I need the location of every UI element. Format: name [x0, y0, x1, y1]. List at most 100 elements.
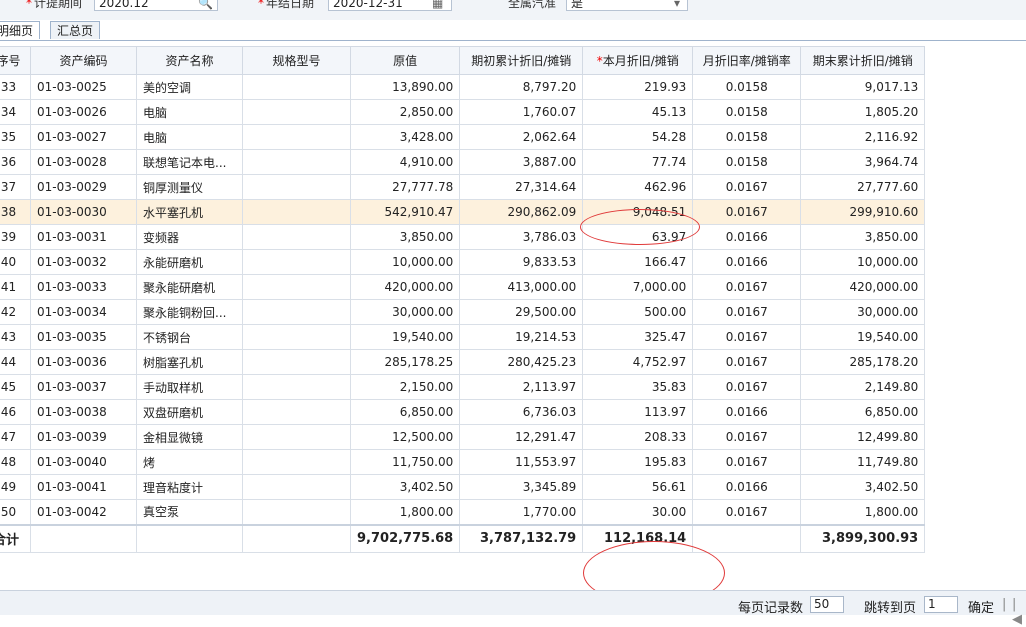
row-name[interactable]: 金相显微镜: [136, 424, 243, 450]
row-opening[interactable]: 12,291.47: [459, 424, 584, 450]
row-seq[interactable]: 37: [0, 174, 31, 200]
row-closing[interactable]: 6,850.00: [800, 399, 926, 425]
row-original[interactable]: 6,850.00: [349, 399, 461, 425]
row-current[interactable]: 7,000.00: [582, 274, 694, 300]
row-code[interactable]: 01-03-0036: [30, 349, 137, 375]
row-rate[interactable]: 0.0167: [692, 424, 802, 450]
table-row[interactable]: 41 01-03-0033 聚永能研磨机 420,000.00 413,000.00 7,…: [0, 274, 926, 300]
row-seq[interactable]: 43: [0, 324, 31, 350]
row-name[interactable]: 电脑: [136, 99, 243, 125]
row-name[interactable]: 美的空调: [136, 74, 243, 100]
row-code[interactable]: 01-03-0030: [30, 199, 137, 225]
col-closing[interactable]: 期末累计折旧/摊销: [800, 46, 926, 75]
row-original[interactable]: 2,150.00: [349, 374, 461, 400]
search-icon[interactable]: 🔍: [198, 0, 213, 10]
row-current[interactable]: 325.47: [582, 324, 694, 350]
row-rate[interactable]: 0.0167: [692, 349, 802, 375]
row-rate[interactable]: 0.0158: [692, 149, 802, 175]
row-name[interactable]: 烤: [136, 449, 243, 475]
row-name[interactable]: 电脑: [136, 124, 243, 150]
row-code[interactable]: 01-03-0025: [30, 74, 137, 100]
row-seq[interactable]: 39: [0, 224, 31, 250]
row-spec[interactable]: [242, 74, 351, 100]
row-closing[interactable]: 10,000.00: [800, 249, 926, 275]
row-code[interactable]: 01-03-0029: [30, 174, 137, 200]
row-seq[interactable]: 40: [0, 249, 31, 275]
row-closing[interactable]: 2,116.92: [800, 124, 926, 150]
row-opening[interactable]: 1,770.00: [459, 499, 584, 525]
row-code[interactable]: 01-03-0033: [30, 274, 137, 300]
row-current[interactable]: 166.47: [582, 249, 694, 275]
row-rate[interactable]: 0.0167: [692, 199, 802, 225]
row-rate[interactable]: 0.0166: [692, 249, 802, 275]
row-code[interactable]: 01-03-0035: [30, 324, 137, 350]
col-current[interactable]: *本月折旧/摊销: [582, 46, 694, 75]
row-name[interactable]: 联想笔记本电...: [136, 149, 243, 175]
row-code[interactable]: 01-03-0039: [30, 424, 137, 450]
row-rate[interactable]: 0.0167: [692, 274, 802, 300]
page-size-input[interactable]: 50: [810, 596, 844, 613]
row-opening[interactable]: 1,760.07: [459, 99, 584, 125]
row-original[interactable]: 4,910.00: [349, 149, 461, 175]
row-current[interactable]: 208.33: [582, 424, 694, 450]
row-current[interactable]: 30.00: [582, 499, 694, 525]
row-spec[interactable]: [242, 274, 351, 300]
row-opening[interactable]: 2,113.97: [459, 374, 584, 400]
row-closing[interactable]: 27,777.60: [800, 174, 926, 200]
table-row[interactable]: 37 01-03-0029 铜厚测量仪 27,777.78 27,314.64 462.9…: [0, 174, 926, 200]
row-spec[interactable]: [242, 224, 351, 250]
row-closing[interactable]: 1,800.00: [800, 499, 926, 525]
row-opening[interactable]: 413,000.00: [459, 274, 584, 300]
col-name[interactable]: 资产名称: [136, 46, 243, 75]
row-closing[interactable]: 3,850.00: [800, 224, 926, 250]
row-seq[interactable]: 33: [0, 74, 31, 100]
row-spec[interactable]: [242, 499, 351, 525]
row-current[interactable]: 500.00: [582, 299, 694, 325]
table-row[interactable]: 34 01-03-0026 电脑 2,850.00 1,760.07 45.13 0.015…: [0, 99, 926, 125]
row-rate[interactable]: 0.0167: [692, 299, 802, 325]
table-row[interactable]: 46 01-03-0038 双盘研磨机 6,850.00 6,736.03 113.97 0…: [0, 399, 926, 425]
row-spec[interactable]: [242, 124, 351, 150]
row-closing[interactable]: 11,749.80: [800, 449, 926, 475]
row-spec[interactable]: [242, 374, 351, 400]
row-current[interactable]: 9,048.51: [582, 199, 694, 225]
row-seq[interactable]: 41: [0, 274, 31, 300]
row-rate[interactable]: 0.0167: [692, 449, 802, 475]
col-rate[interactable]: 月折旧率/摊销率: [692, 46, 802, 75]
row-opening[interactable]: 3,786.03: [459, 224, 584, 250]
row-rate[interactable]: 0.0166: [692, 474, 802, 500]
row-code[interactable]: 01-03-0042: [30, 499, 137, 525]
row-code[interactable]: 01-03-0028: [30, 149, 137, 175]
row-spec[interactable]: [242, 424, 351, 450]
row-current[interactable]: 77.74: [582, 149, 694, 175]
table-row[interactable]: 48 01-03-0040 烤 11,750.00 11,553.97 195.83 0.0…: [0, 449, 926, 475]
row-current[interactable]: 35.83: [582, 374, 694, 400]
row-rate[interactable]: 0.0167: [692, 174, 802, 200]
row-current[interactable]: 56.61: [582, 474, 694, 500]
table-row[interactable]: 50 01-03-0042 真空泵 1,800.00 1,770.00 30.00 0.01…: [0, 499, 926, 525]
row-opening[interactable]: 11,553.97: [459, 449, 584, 475]
row-spec[interactable]: [242, 199, 351, 225]
row-name[interactable]: 永能研磨机: [136, 249, 243, 275]
row-code[interactable]: 01-03-0026: [30, 99, 137, 125]
row-original[interactable]: 3,402.50: [349, 474, 461, 500]
row-name[interactable]: 聚永能铜粉回...: [136, 299, 243, 325]
row-seq[interactable]: 49: [0, 474, 31, 500]
row-opening[interactable]: 280,425.23: [459, 349, 584, 375]
table-row[interactable]: 35 01-03-0027 电脑 3,428.00 2,062.64 54.28 0.015…: [0, 124, 926, 150]
row-name[interactable]: 变频器: [136, 224, 243, 250]
row-closing[interactable]: 19,540.00: [800, 324, 926, 350]
row-opening[interactable]: 290,862.09: [459, 199, 584, 225]
col-opening[interactable]: 期初累计折旧/摊销: [459, 46, 584, 75]
row-code[interactable]: 01-03-0041: [30, 474, 137, 500]
row-opening[interactable]: 27,314.64: [459, 174, 584, 200]
row-name[interactable]: 真空泵: [136, 499, 243, 525]
table-row[interactable]: 49 01-03-0041 理音粘度计 3,402.50 3,345.89 56.61 0.…: [0, 474, 926, 500]
row-name[interactable]: 不锈钢台: [136, 324, 243, 350]
row-original[interactable]: 542,910.47: [349, 199, 461, 225]
row-name[interactable]: 理音粘度计: [136, 474, 243, 500]
row-seq[interactable]: 35: [0, 124, 31, 150]
row-name[interactable]: 双盘研磨机: [136, 399, 243, 425]
row-code[interactable]: 01-03-0034: [30, 299, 137, 325]
table-row[interactable]: 43 01-03-0035 不锈钢台 19,540.00 19,214.53 325.47…: [0, 324, 926, 350]
